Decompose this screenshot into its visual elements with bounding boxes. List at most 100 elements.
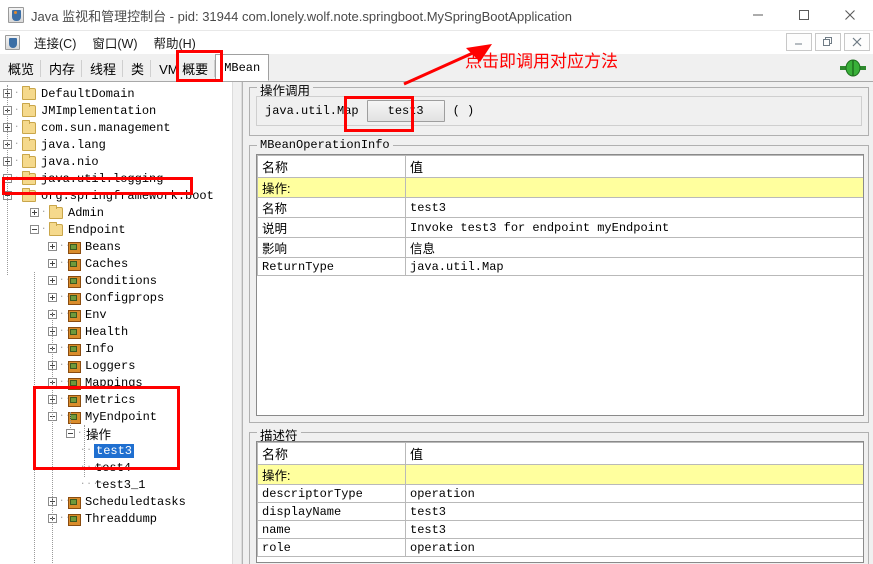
descriptor-table: 名称 值 操作: descriptorType operation displa…: [257, 442, 863, 557]
table-row[interactable]: 操作:: [257, 464, 863, 485]
parameters-label: ( ): [452, 104, 475, 118]
mbean-icon: [67, 343, 81, 356]
column-header-value[interactable]: 值: [405, 155, 863, 178]
tab-vm-summary[interactable]: VM 概要: [151, 56, 216, 81]
tree-node-java-nio[interactable]: ·· java.nio: [0, 153, 231, 170]
table-row[interactable]: ReturnType java.util.Map: [257, 257, 863, 276]
callout-text: 点击即调用对应方法: [465, 52, 618, 71]
mbean-icon: [67, 377, 81, 390]
tab-memory[interactable]: 内存: [41, 56, 83, 81]
green-plug-connected-icon: [839, 59, 867, 77]
column-header-name[interactable]: 名称: [257, 155, 406, 178]
tree-node-endpoint[interactable]: ·· Endpoint: [0, 221, 231, 238]
tab-classes[interactable]: 类: [123, 56, 152, 81]
tree-node-label: Env: [85, 307, 107, 322]
table-row[interactable]: role operation: [257, 538, 863, 557]
folder-icon: [22, 102, 36, 117]
inner-close-button[interactable]: [844, 33, 870, 51]
tab-overview-label: 概览: [8, 62, 35, 77]
table-row[interactable]: name test3: [257, 520, 863, 539]
operation-invoke-group: 操作调用 java.util.Map test3 ( ): [249, 82, 869, 136]
column-header-name[interactable]: 名称: [257, 442, 406, 465]
cell-value: operation: [405, 538, 863, 557]
cell-name: ReturnType: [257, 257, 406, 276]
mbean-icon: [67, 326, 81, 339]
folder-icon: [22, 119, 36, 134]
tab-threads[interactable]: 线程: [82, 56, 124, 81]
tree-node-java-util-logging[interactable]: ·· java.util.logging: [0, 170, 231, 187]
descriptor-table-wrap: 名称 值 操作: descriptorType operation displa…: [256, 441, 864, 563]
table-header-row: 名称 值: [257, 155, 863, 178]
tree-node-label: Threaddump: [85, 511, 158, 526]
close-icon[interactable]: [827, 0, 873, 31]
inner-restore-button[interactable]: [815, 33, 841, 51]
mbean-tree[interactable]: ·· DefaultDomain ·· JMImplementation ·· …: [0, 82, 232, 564]
tree-node-label: Scheduledtasks: [85, 494, 186, 509]
cell-name: 影响: [257, 237, 406, 258]
menu-item-help[interactable]: 帮助(H): [145, 31, 203, 54]
tree-node-jmimplementation[interactable]: ·· JMImplementation: [0, 102, 231, 119]
tree-node-label: com.sun.management: [41, 120, 171, 135]
cell-name: displayName: [257, 502, 406, 521]
tab-overview[interactable]: 概览: [0, 56, 42, 81]
tree-node-label: Endpoint: [68, 222, 126, 237]
collapse-toggle-icon[interactable]: [66, 429, 75, 438]
tree-node-label: test4: [95, 460, 132, 475]
expand-toggle-icon[interactable]: [48, 259, 57, 268]
tree-node-label: Health: [85, 324, 129, 339]
tree-guide-line: [34, 272, 35, 564]
expand-toggle-icon[interactable]: [48, 276, 57, 285]
panel-splitter[interactable]: [232, 82, 242, 564]
mbean-operation-info-title: MBeanOperationInfo: [257, 138, 393, 152]
folder-icon: [22, 136, 36, 151]
tree-node-beans[interactable]: ·· Beans: [0, 238, 231, 255]
tree-node-label: MyEndpoint: [85, 409, 158, 424]
operation-invoke-row: java.util.Map test3 ( ): [256, 96, 862, 126]
mbean-operation-info-table: 名称 值 操作: 名称 test3 说明 Invoke test3 for en…: [257, 155, 863, 276]
table-row[interactable]: 名称 test3: [257, 197, 863, 218]
cell-value: [405, 177, 863, 198]
return-type-label: java.util.Map: [265, 104, 359, 118]
tab-mbean[interactable]: MBean: [215, 54, 270, 81]
cell-name: 操作:: [257, 464, 406, 485]
expand-toggle-icon[interactable]: [48, 293, 57, 302]
cell-name: descriptorType: [257, 484, 406, 503]
table-row[interactable]: 操作:: [257, 177, 863, 198]
collapse-toggle-icon[interactable]: [30, 225, 39, 234]
tree-node-label: Beans: [85, 239, 122, 254]
mbean-operation-info-table-wrap: 名称 值 操作: 名称 test3 说明 Invoke test3 for en…: [256, 154, 864, 416]
cell-name: 说明: [257, 217, 406, 238]
mbean-icon: [67, 275, 81, 288]
tree-node-org-springframework-boot[interactable]: ·· org.springframework.boot: [0, 187, 231, 204]
tab-vm-summary-label: VM 概要: [159, 62, 209, 77]
maximize-icon[interactable]: [781, 0, 827, 31]
tree-node-defaultdomain[interactable]: ·· DefaultDomain: [0, 85, 231, 102]
tree-node-label: Metrics: [85, 392, 136, 407]
folder-icon: [22, 153, 36, 168]
cell-value: test3: [405, 502, 863, 521]
tree-node-admin[interactable]: ·· Admin: [0, 204, 231, 221]
invoke-test3-button[interactable]: test3: [366, 100, 445, 122]
menu-item-connection[interactable]: 连接(C): [26, 31, 84, 54]
tree-guide-line: [84, 425, 85, 477]
minimize-icon[interactable]: [735, 0, 781, 31]
column-header-value[interactable]: 值: [405, 442, 863, 465]
tree-node-label: java.lang: [41, 137, 106, 152]
title-bar: Java 监视和管理控制台 - pid: 31944 com.lonely.wo…: [0, 0, 873, 31]
tree-node-caches[interactable]: ·· Caches: [0, 255, 231, 272]
tree-node-label: Admin: [68, 205, 105, 220]
table-row[interactable]: descriptorType operation: [257, 484, 863, 503]
table-row[interactable]: displayName test3: [257, 502, 863, 521]
table-row[interactable]: 说明 Invoke test3 for endpoint myEndpoint: [257, 217, 863, 238]
tree-node-com-sun-management[interactable]: ·· com.sun.management: [0, 119, 231, 136]
table-row[interactable]: 影响 信息: [257, 237, 863, 258]
tree-node-java-lang[interactable]: ·· java.lang: [0, 136, 231, 153]
tree-node-label: Conditions: [85, 273, 158, 288]
tree-node-label: java.nio: [41, 154, 99, 169]
tree-guide-line: [52, 309, 53, 564]
inner-minimize-button[interactable]: [786, 33, 812, 51]
menu-item-window[interactable]: 窗口(W): [84, 31, 145, 54]
expand-toggle-icon[interactable]: [30, 208, 39, 217]
expand-toggle-icon[interactable]: [48, 242, 57, 251]
tree-node-label: Caches: [85, 256, 129, 271]
